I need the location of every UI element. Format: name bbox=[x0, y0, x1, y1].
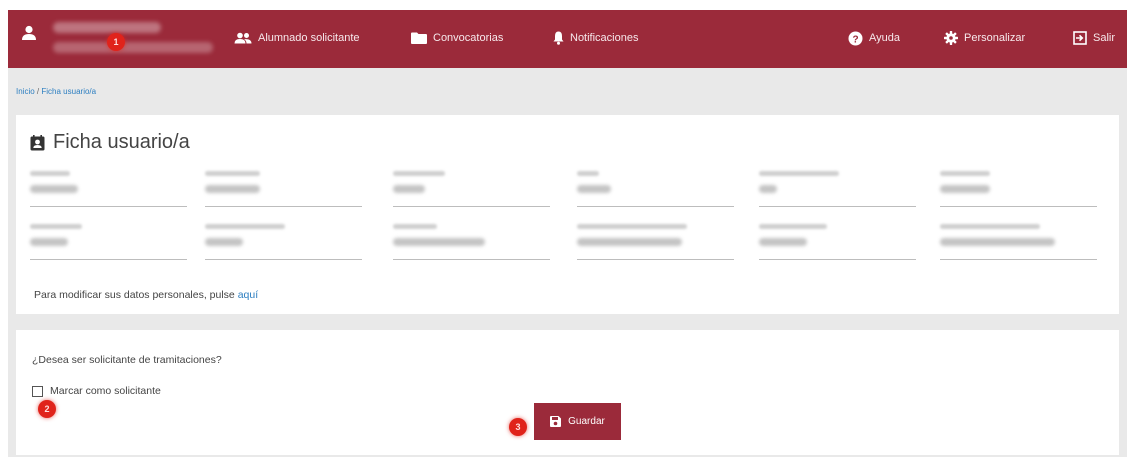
field-municipio-nacimiento[interactable] bbox=[577, 224, 734, 260]
save-button-label: Guardar bbox=[568, 416, 605, 427]
page-title-text: Ficha usuario/a bbox=[53, 131, 190, 153]
modify-data-label: Para modificar sus datos personales, pul… bbox=[34, 289, 235, 301]
field-provincia[interactable] bbox=[393, 224, 550, 260]
bell-icon bbox=[553, 31, 564, 45]
nav-label: Salir bbox=[1093, 32, 1116, 44]
help-icon: ? bbox=[848, 31, 863, 45]
nav-salir[interactable]: Salir bbox=[1073, 29, 1115, 47]
breadcrumb: Inicio / Ficha usuario/a bbox=[16, 87, 96, 96]
breadcrumb-current: Ficha usuario/a bbox=[41, 87, 97, 96]
nav-notificaciones[interactable]: Notificaciones bbox=[553, 29, 638, 47]
field-primer-apellido[interactable] bbox=[205, 171, 362, 207]
breadcrumb-home[interactable]: Inicio bbox=[16, 87, 35, 96]
page-title: Ficha usuario/a bbox=[30, 131, 190, 154]
modify-data-link[interactable]: aquí bbox=[238, 289, 258, 301]
field-documento[interactable] bbox=[940, 171, 1097, 207]
applicant-card: ¿Desea ser solicitante de tramitaciones?… bbox=[16, 330, 1119, 455]
step-marker-3: 3 bbox=[509, 418, 527, 436]
nav-label: Convocatorias bbox=[433, 32, 504, 44]
nav-personalizar[interactable]: Personalizar bbox=[944, 29, 1025, 47]
field-correo-electronico[interactable] bbox=[940, 224, 1097, 260]
applicant-checkbox[interactable] bbox=[32, 386, 43, 397]
user-name-blurred bbox=[53, 20, 223, 60]
nav-ayuda[interactable]: ? Ayuda bbox=[848, 29, 900, 47]
modify-data-text: Para modificar sus datos personales, pul… bbox=[34, 289, 258, 301]
user-icon[interactable] bbox=[22, 25, 36, 41]
nav-convocatorias[interactable]: Convocatorias bbox=[411, 29, 503, 47]
field-nacionalidad[interactable] bbox=[30, 224, 187, 260]
field-pais-nacimiento[interactable] bbox=[205, 224, 362, 260]
step-marker-2: 2 bbox=[38, 400, 56, 418]
field-sexo[interactable] bbox=[577, 171, 734, 207]
profile-card: Ficha usuario/a Para modificar sus datos… bbox=[16, 115, 1119, 314]
applicant-question: ¿Desea ser solicitante de tramitaciones? bbox=[32, 354, 222, 366]
field-tipo-documento[interactable] bbox=[759, 171, 916, 207]
applicant-checkbox-label[interactable]: Marcar como solicitante bbox=[50, 385, 161, 397]
floppy-icon bbox=[550, 416, 562, 427]
users-icon bbox=[234, 32, 252, 44]
exit-icon bbox=[1073, 31, 1087, 45]
nav-label: Notificaciones bbox=[570, 32, 639, 44]
folder-icon bbox=[411, 32, 427, 44]
field-segundo-apellido[interactable] bbox=[393, 171, 550, 207]
field-fecha-nacimiento[interactable] bbox=[759, 224, 916, 260]
nav-alumnado-solicitante[interactable]: Alumnado solicitante bbox=[234, 29, 360, 47]
nav-label: Alumnado solicitante bbox=[258, 32, 360, 44]
gear-icon bbox=[944, 31, 958, 45]
nav-label: Ayuda bbox=[869, 32, 900, 44]
field-nombre[interactable] bbox=[30, 171, 187, 207]
nav-label: Personalizar bbox=[964, 32, 1026, 44]
step-marker-1: 1 bbox=[107, 33, 125, 51]
contact-card-icon bbox=[30, 134, 45, 150]
save-button[interactable]: Guardar bbox=[534, 403, 621, 440]
top-navbar: Alumnado solicitante Convocatorias Notif… bbox=[8, 10, 1127, 68]
svg-text:?: ? bbox=[852, 34, 858, 45]
breadcrumb-separator: / bbox=[36, 87, 40, 96]
